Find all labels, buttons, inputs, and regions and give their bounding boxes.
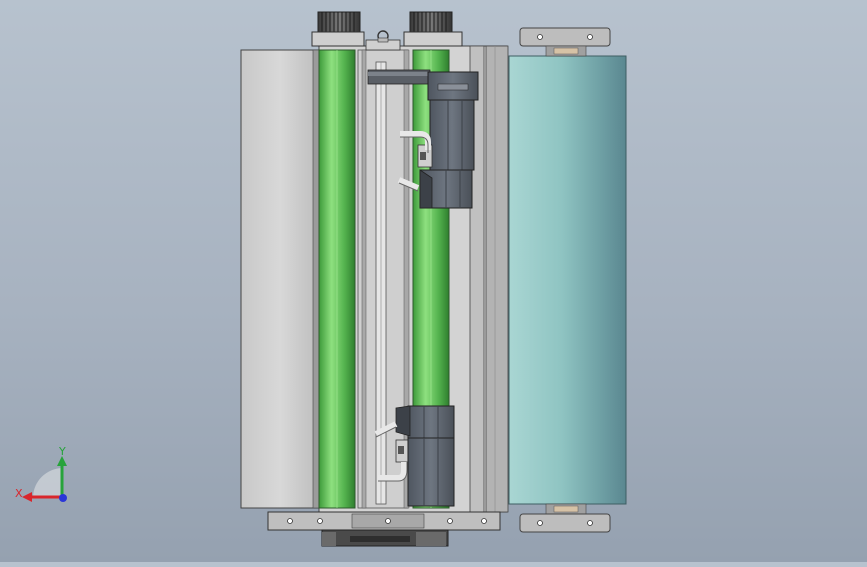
right-side-plate-outer: [485, 45, 509, 513]
left-cover-plate: [240, 49, 320, 509]
x-axis-label: X: [15, 487, 23, 500]
coordinate-triad: Y X: [15, 445, 67, 502]
x-axis-arrow-icon: [22, 492, 32, 502]
assembly-view[interactable]: Y X: [0, 0, 867, 562]
cad-graphics-area[interactable]: Y X: [0, 0, 867, 562]
film-roll-cap-bottom: [519, 513, 611, 533]
film-roll-cap-top: [519, 27, 611, 47]
bottom-drive-gear: [321, 529, 449, 547]
z-axis-dot-icon: [59, 494, 67, 502]
triad-plane-arc: [33, 468, 62, 497]
left-cover-edge: [312, 49, 320, 509]
top-right-knob: [403, 11, 463, 47]
side-rail-left: [361, 49, 367, 509]
top-center-lift-ring: [365, 30, 401, 51]
y-axis-label: Y: [58, 445, 66, 458]
film-roll: [508, 55, 627, 505]
top-left-knob: [311, 11, 365, 47]
